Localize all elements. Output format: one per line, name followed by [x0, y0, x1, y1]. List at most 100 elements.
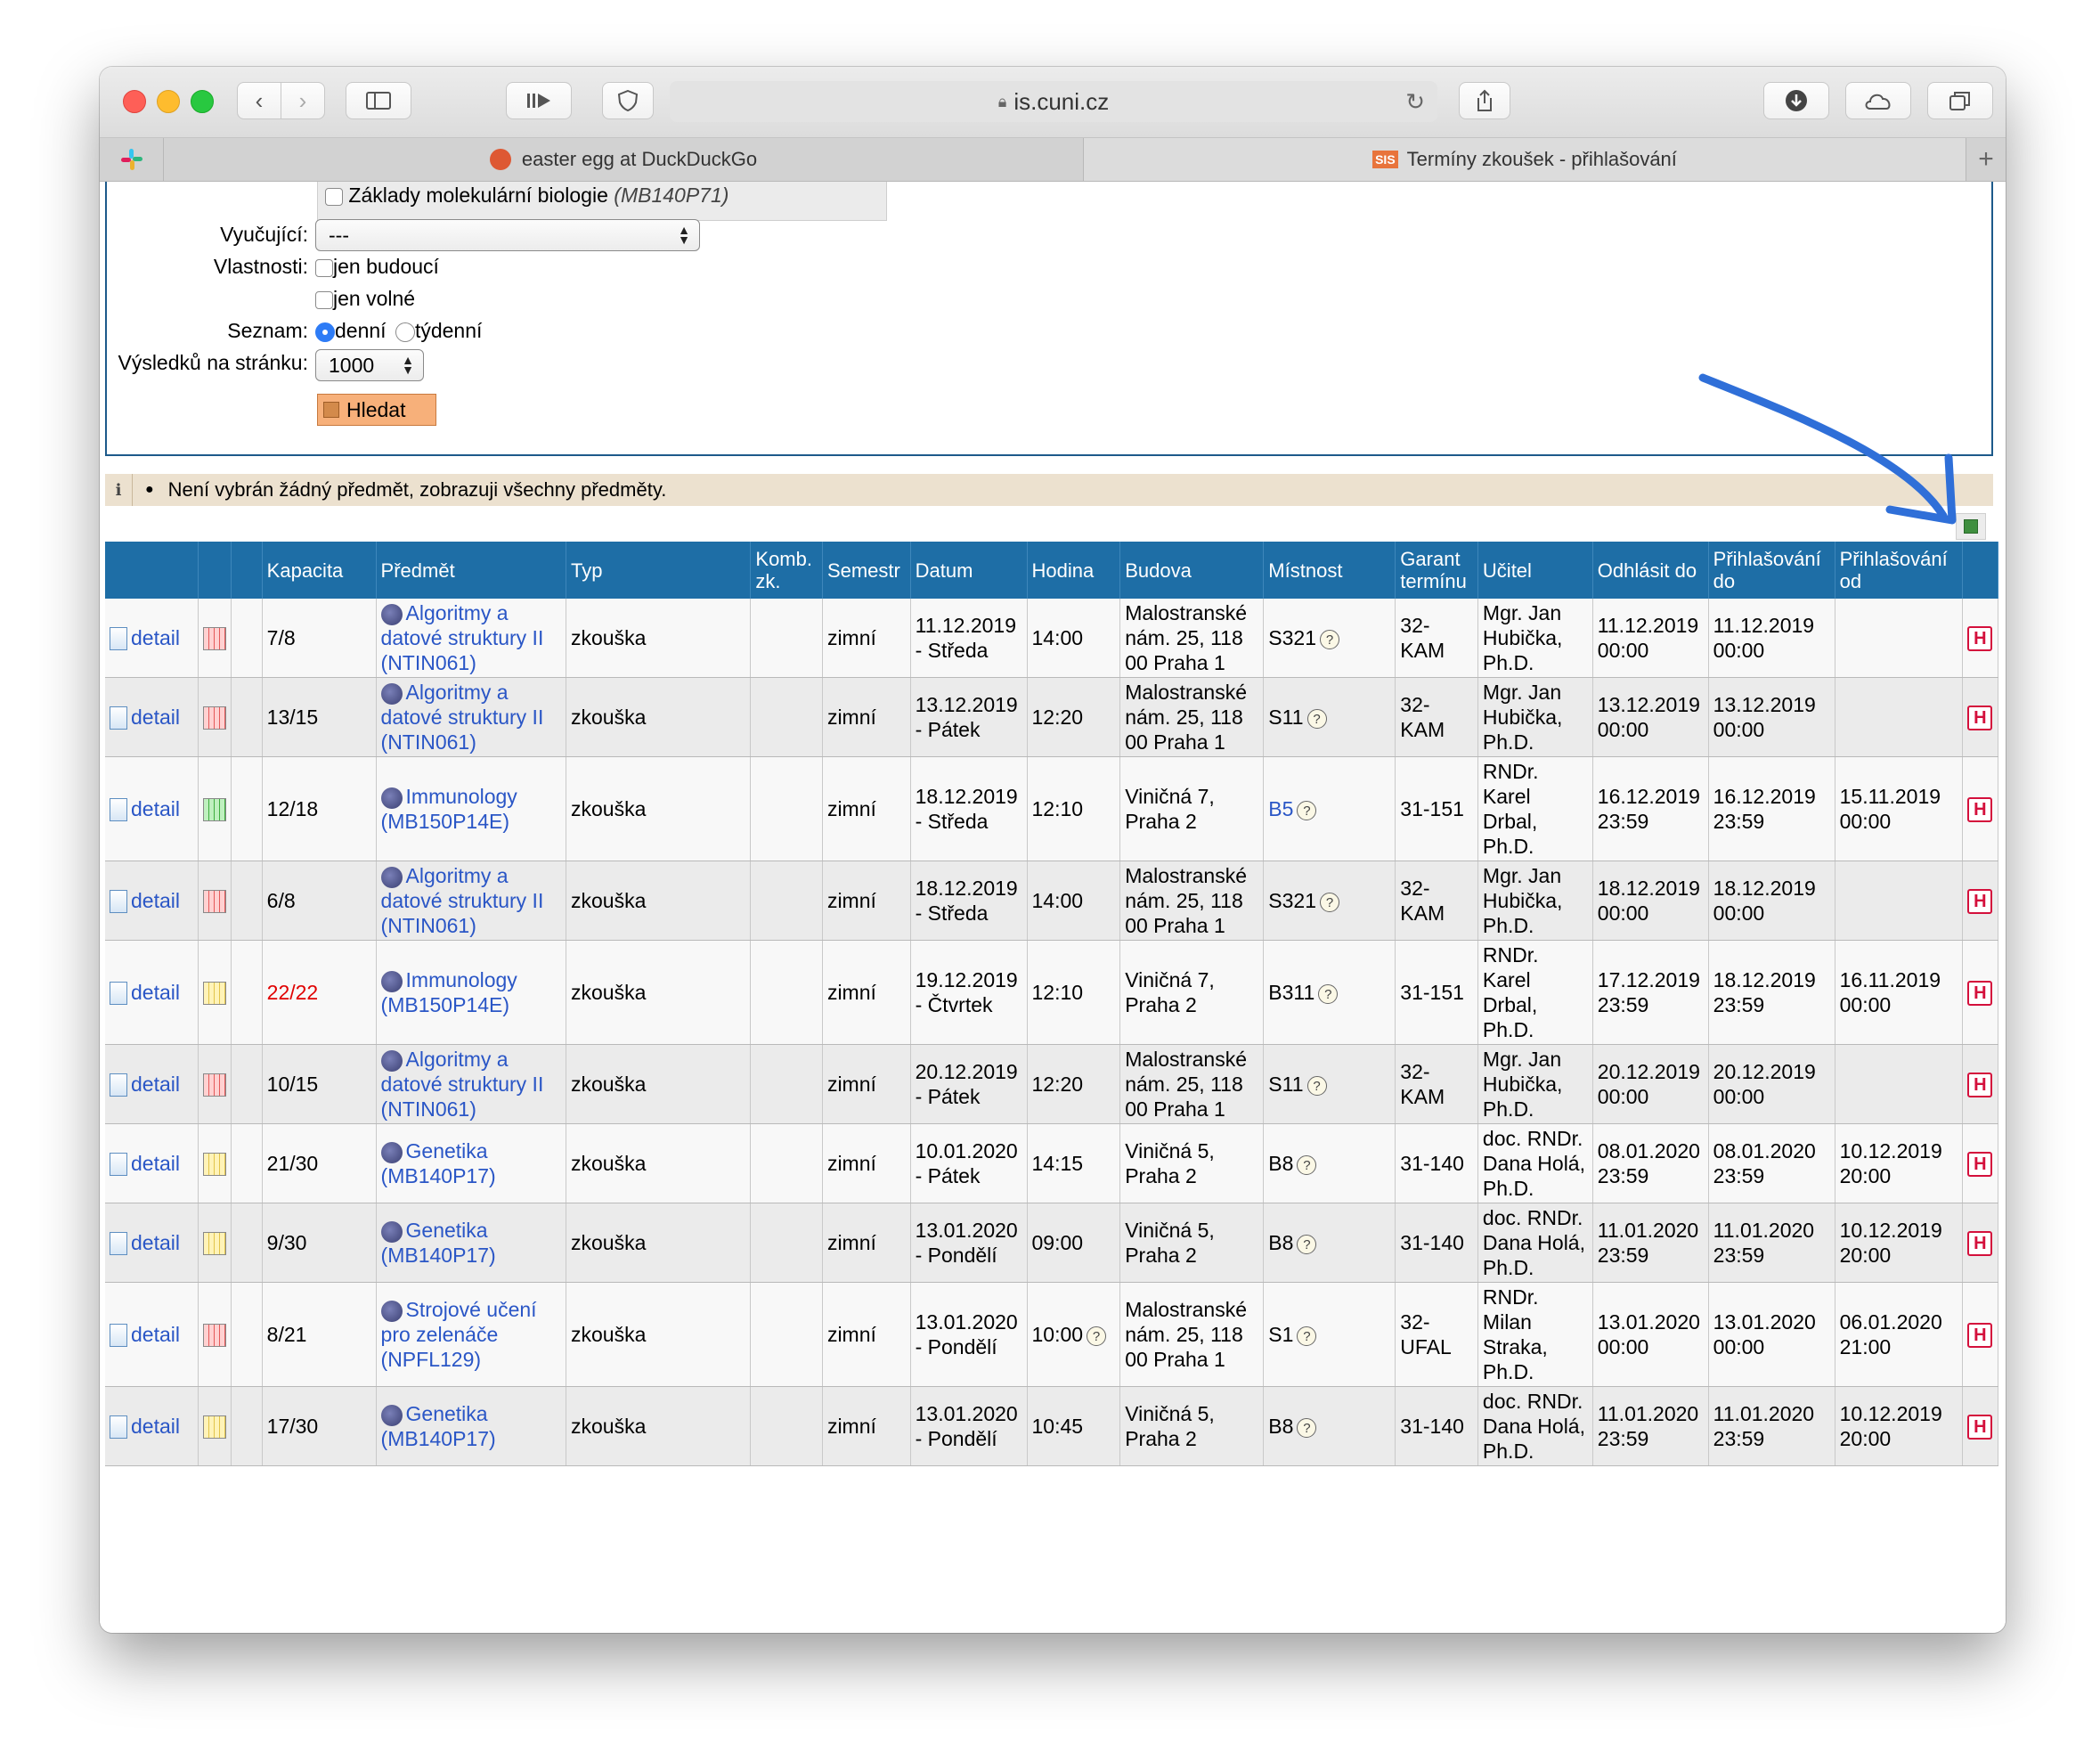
col-header-kapacita[interactable]: Kapacita: [262, 542, 377, 599]
calendar-icon[interactable]: [203, 1415, 227, 1440]
calendar-icon[interactable]: [203, 1324, 227, 1348]
subject-link[interactable]: Algoritmy a datové struktury II (NTIN061…: [381, 1048, 544, 1121]
info-question-icon[interactable]: ?: [1297, 1326, 1317, 1346]
info-question-icon[interactable]: ?: [1297, 1234, 1317, 1254]
list-label: Seznam:: [227, 319, 308, 342]
komb-cell: [750, 861, 823, 941]
course-checkbox[interactable]: [325, 187, 343, 206]
free-only-checkbox[interactable]: [315, 290, 333, 309]
col-header-ucitel[interactable]: Učitel: [1477, 542, 1593, 599]
kapacita-value: 10/15: [266, 1073, 319, 1096]
forward-button[interactable]: ›: [281, 82, 325, 119]
register-h-icon[interactable]: H: [1967, 626, 1993, 651]
register-h-icon[interactable]: H: [1967, 706, 1993, 730]
privacy-shield-button[interactable]: [602, 82, 654, 119]
search-button[interactable]: Hledat: [317, 394, 436, 426]
detail-link[interactable]: detail: [131, 1073, 180, 1096]
info-question-icon[interactable]: ?: [1087, 1326, 1107, 1346]
new-tab-button[interactable]: +: [1966, 138, 2006, 181]
calendar-icon[interactable]: [203, 798, 227, 822]
weekly-radio[interactable]: [395, 322, 415, 342]
info-question-icon[interactable]: ?: [1297, 800, 1317, 820]
reload-icon[interactable]: ↻: [1405, 88, 1425, 116]
col-header-mistnost[interactable]: Místnost: [1263, 542, 1396, 599]
col-header-garant[interactable]: Garant termínu: [1395, 542, 1478, 599]
subject-link[interactable]: Algoritmy a datové struktury II (NTIN061…: [381, 601, 544, 674]
info-question-icon[interactable]: ?: [1297, 1154, 1317, 1175]
register-h-icon[interactable]: H: [1967, 1415, 1993, 1440]
room-link[interactable]: B5: [1268, 797, 1293, 820]
info-question-icon[interactable]: ?: [1320, 892, 1340, 912]
subject-link[interactable]: Strojové učení pro zelenáče (NPFL129): [381, 1298, 537, 1371]
calendar-icon[interactable]: [203, 706, 227, 730]
calendar-icon[interactable]: [203, 982, 227, 1006]
info-question-icon[interactable]: ?: [1306, 708, 1327, 729]
future-only-checkbox[interactable]: [315, 258, 333, 277]
register-h-icon[interactable]: H: [1967, 1231, 1993, 1256]
register-h-icon[interactable]: H: [1967, 1073, 1993, 1097]
col-header-typ[interactable]: Typ: [566, 542, 752, 599]
subject-icon: [380, 682, 403, 705]
subject-link[interactable]: Algoritmy a datové struktury II (NTIN061…: [381, 864, 544, 937]
detail-link[interactable]: detail: [131, 1152, 180, 1175]
predmet-cell: Genetika (MB140P17): [376, 1386, 566, 1466]
register-h-icon[interactable]: H: [1967, 889, 1993, 914]
subject-link[interactable]: Immunology (MB150P14E): [381, 968, 517, 1016]
detail-link[interactable]: detail: [131, 626, 180, 649]
address-bar[interactable]: 🔒︎ is.cuni.cz ↻: [670, 81, 1437, 122]
mistnost-cell: S11?: [1263, 677, 1396, 757]
per-page-select[interactable]: 1000 ▲ ▼: [315, 349, 424, 381]
daily-radio[interactable]: [315, 322, 335, 342]
info-question-icon[interactable]: ?: [1306, 1075, 1327, 1096]
register-h-icon[interactable]: H: [1967, 981, 1993, 1006]
info-question-icon[interactable]: ?: [1318, 983, 1339, 1004]
minimize-window-button[interactable]: [157, 90, 180, 113]
register-h-icon[interactable]: H: [1967, 797, 1993, 822]
col-header-prihl-od[interactable]: Přihlašování od: [1835, 542, 1963, 599]
col-header-odhlasit[interactable]: Odhlásit do: [1592, 542, 1709, 599]
tab-sis[interactable]: SIS Termíny zkoušek - přihlašování: [1084, 138, 1966, 181]
tab-duckduckgo[interactable]: easter egg at DuckDuckGo: [164, 138, 1084, 181]
col-header-prihl-do[interactable]: Přihlašování do: [1708, 542, 1835, 599]
col-header-hodina[interactable]: Hodina: [1027, 542, 1121, 599]
odhlasit-cell: 11.01.2020 23:59: [1592, 1386, 1709, 1466]
col-header-semestr[interactable]: Semestr: [822, 542, 911, 599]
zoom-window-button[interactable]: [191, 90, 214, 113]
detail-link[interactable]: detail: [131, 889, 180, 912]
subject-link[interactable]: Immunology (MB150P14E): [381, 785, 517, 833]
close-window-button[interactable]: [123, 90, 146, 113]
table-row: detail 10/15 Algoritmy a datové struktury …: [105, 1044, 1999, 1124]
calendar-icon[interactable]: [203, 1153, 227, 1177]
sidebar-button[interactable]: [346, 82, 411, 119]
blank-cell: [231, 599, 263, 678]
reader-button[interactable]: [506, 82, 572, 119]
register-h-icon[interactable]: H: [1967, 1152, 1993, 1177]
subject-link[interactable]: Algoritmy a datové struktury II (NTIN061…: [381, 681, 544, 754]
info-question-icon[interactable]: ?: [1320, 629, 1340, 649]
col-header-komb[interactable]: Komb. zk.: [750, 542, 823, 599]
kapacita-cell: 12/18: [262, 756, 377, 861]
icloud-tabs-button[interactable]: [1845, 82, 1911, 119]
detail-link[interactable]: detail: [131, 1415, 180, 1438]
col-header-budova[interactable]: Budova: [1119, 542, 1265, 599]
detail-link[interactable]: detail: [131, 797, 180, 820]
calendar-icon[interactable]: [203, 1232, 227, 1256]
col-header-predmet[interactable]: Předmět: [376, 542, 566, 599]
downloads-button[interactable]: [1763, 82, 1829, 119]
calendar-icon[interactable]: [203, 890, 227, 914]
info-question-icon[interactable]: ?: [1297, 1417, 1317, 1438]
pinned-tab-slack[interactable]: [100, 138, 164, 181]
tab-overview-button[interactable]: [1927, 82, 1993, 119]
detail-link[interactable]: detail: [131, 1231, 180, 1254]
detail-link[interactable]: detail: [131, 1323, 180, 1346]
garant-cell: 32-KAM: [1395, 1044, 1478, 1124]
detail-link[interactable]: detail: [131, 706, 180, 729]
teacher-select[interactable]: --- ▲ ▼: [315, 219, 700, 251]
detail-link[interactable]: detail: [131, 981, 180, 1004]
col-header-datum[interactable]: Datum: [910, 542, 1028, 599]
register-h-icon[interactable]: H: [1967, 1323, 1993, 1348]
share-button[interactable]: [1459, 82, 1510, 119]
calendar-icon[interactable]: [203, 1073, 227, 1097]
back-button[interactable]: ‹: [237, 82, 281, 119]
calendar-icon[interactable]: [203, 627, 227, 651]
